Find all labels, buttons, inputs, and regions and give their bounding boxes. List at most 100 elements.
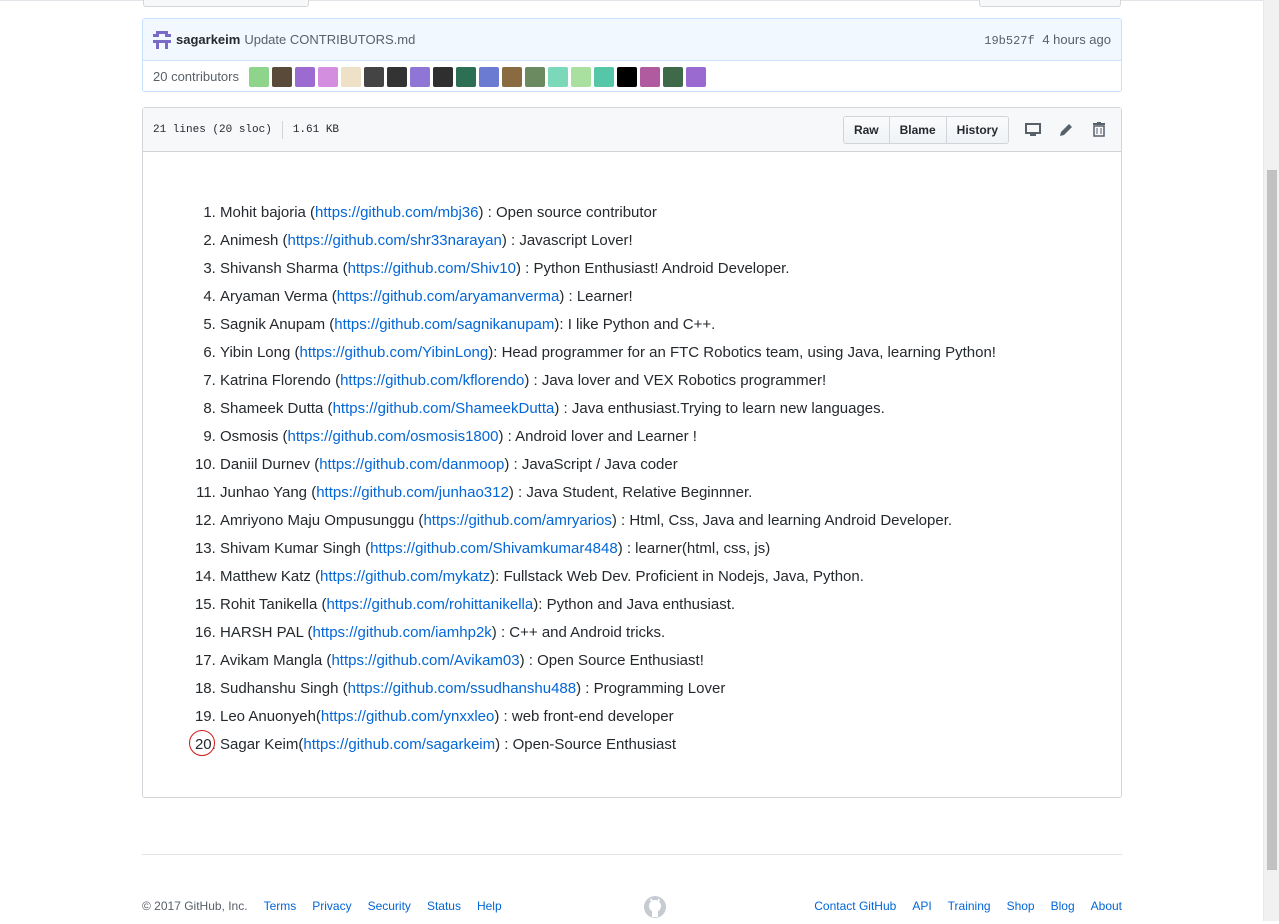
contributor-description: ) : Java Student, Relative Beginnner. bbox=[508, 484, 753, 501]
contributor-item: Avikam Mangla (https://github.com/Avikam… bbox=[220, 647, 1121, 675]
blame-button[interactable]: Blame bbox=[889, 116, 947, 143]
footer-link[interactable]: Status bbox=[427, 899, 461, 913]
contributor-item: Mohit bajoria (https://github.com/mbj36)… bbox=[220, 199, 1121, 227]
contributor-profile-link[interactable]: https://github.com/danmoop bbox=[319, 456, 504, 473]
footer-link[interactable]: Blog bbox=[1051, 899, 1075, 913]
contributor-profile-link[interactable]: https://github.com/amryarios bbox=[423, 512, 611, 529]
contributor-item: Leo Anuonyeh(https://github.com/ynxxleo)… bbox=[220, 703, 1121, 731]
contributor-item: Junhao Yang (https://github.com/junhao31… bbox=[220, 479, 1121, 507]
footer-link[interactable]: Shop bbox=[1007, 899, 1035, 913]
contributor-item: Osmosis (https://github.com/osmosis1800)… bbox=[220, 423, 1121, 451]
contributor-profile-link[interactable]: https://github.com/rohittanikella bbox=[326, 596, 533, 613]
contributor-profile-link[interactable]: https://github.com/osmosis1800 bbox=[288, 428, 499, 445]
contributor-profile-link[interactable]: https://github.com/kflorendo bbox=[340, 372, 524, 389]
contributor-profile-link[interactable]: https://github.com/sagnikanupam bbox=[334, 316, 554, 333]
author-avatar[interactable] bbox=[153, 30, 171, 49]
contributors-row: 20 contributors bbox=[143, 61, 1121, 91]
contributor-avatar[interactable] bbox=[364, 66, 384, 87]
contributor-item: Sudhanshu Singh (https://github.com/ssud… bbox=[220, 675, 1121, 703]
find-file-button-group[interactable] bbox=[979, 0, 1121, 7]
contributor-name: Animesh ( bbox=[220, 232, 288, 249]
contributor-profile-link[interactable]: https://github.com/ssudhanshu488 bbox=[348, 680, 577, 697]
desktop-icon[interactable] bbox=[1023, 120, 1043, 140]
contributor-description: ) : Learner! bbox=[559, 288, 633, 305]
contributor-avatar[interactable] bbox=[410, 66, 430, 87]
contributor-item: Aryaman Verma (https://github.com/aryama… bbox=[220, 283, 1121, 311]
contributor-description: ) : web front-end developer bbox=[494, 708, 674, 725]
contributor-item: Sagar Keim(https://github.com/sagarkeim)… bbox=[220, 731, 1121, 759]
contributor-name: Sudhanshu Singh ( bbox=[220, 680, 348, 697]
trash-icon[interactable] bbox=[1089, 120, 1109, 140]
contributor-name: Shivansh Sharma ( bbox=[220, 260, 348, 277]
contributor-avatar[interactable] bbox=[686, 66, 706, 87]
contributor-profile-link[interactable]: https://github.com/aryamanverma bbox=[337, 288, 560, 305]
footer-link[interactable]: Terms bbox=[264, 899, 297, 913]
footer-link[interactable]: Contact GitHub bbox=[814, 899, 896, 913]
contributor-name: Daniil Durnev ( bbox=[220, 456, 320, 473]
contributor-avatar[interactable] bbox=[571, 66, 591, 87]
contributor-avatar[interactable] bbox=[502, 66, 522, 87]
vertical-scrollbar[interactable] bbox=[1263, 0, 1279, 921]
contributor-avatar[interactable] bbox=[318, 66, 338, 87]
raw-button[interactable]: Raw bbox=[843, 116, 890, 143]
contributor-item: Amriyono Maju Ompusunggu (https://github… bbox=[220, 507, 1121, 535]
contributor-profile-link[interactable]: https://github.com/mykatz bbox=[320, 568, 490, 585]
commit-author-link[interactable]: sagarkeim bbox=[176, 32, 240, 47]
contributor-item: Sagnik Anupam (https://github.com/sagnik… bbox=[220, 311, 1121, 339]
contributor-avatar[interactable] bbox=[249, 66, 269, 87]
contributor-description: ) : Android lover and Learner ! bbox=[498, 428, 697, 445]
contributor-avatar[interactable] bbox=[341, 66, 361, 87]
contributor-name: Leo Anuonyeh( bbox=[220, 708, 321, 725]
footer-link[interactable]: Help bbox=[477, 899, 502, 913]
contributor-profile-link[interactable]: https://github.com/YibinLong bbox=[300, 344, 489, 361]
footer-link[interactable]: About bbox=[1091, 899, 1122, 913]
commit-message-link[interactable]: Update CONTRIBUTORS.md bbox=[244, 32, 415, 47]
contributors-count-link[interactable]: 20 contributors bbox=[153, 69, 239, 84]
file-info: 21 lines (20 sloc) 1.61 KB bbox=[153, 120, 339, 139]
file-container: 21 lines (20 sloc) 1.61 KB Raw Blame His… bbox=[142, 107, 1122, 798]
contributor-avatar[interactable] bbox=[525, 66, 545, 87]
contributor-avatar[interactable] bbox=[387, 66, 407, 87]
footer-link[interactable]: Security bbox=[368, 899, 411, 913]
contributor-item: Shivansh Sharma (https://github.com/Shiv… bbox=[220, 255, 1121, 283]
contributor-avatar[interactable] bbox=[295, 66, 315, 87]
contributors-list: Mohit bajoria (https://github.com/mbj36)… bbox=[143, 199, 1121, 759]
history-button[interactable]: History bbox=[946, 116, 1008, 143]
footer-link[interactable]: Training bbox=[948, 899, 991, 913]
contributor-avatar[interactable] bbox=[433, 66, 453, 87]
contributor-profile-link[interactable]: https://github.com/junhao312 bbox=[316, 484, 509, 501]
branch-select-button[interactable] bbox=[143, 0, 309, 7]
contributor-profile-link[interactable]: https://github.com/mbj36 bbox=[315, 204, 478, 221]
contributor-name: Sagnik Anupam ( bbox=[220, 316, 335, 333]
footer-right-links: Contact GitHub API Training Shop Blog About bbox=[798, 899, 1122, 913]
contributor-profile-link[interactable]: https://github.com/sagarkeim bbox=[303, 736, 495, 753]
contributor-description: ) : Open-Source Enthusiast bbox=[495, 736, 677, 753]
contributor-description: ) : Python Enthusiast! Android Developer… bbox=[516, 260, 790, 277]
contributor-avatar[interactable] bbox=[479, 66, 499, 87]
contributor-profile-link[interactable]: https://github.com/ynxxleo bbox=[321, 708, 494, 725]
contributor-avatar[interactable] bbox=[617, 66, 637, 87]
scrollbar-thumb[interactable] bbox=[1267, 170, 1277, 870]
pencil-icon[interactable] bbox=[1056, 120, 1076, 140]
contributor-profile-link[interactable]: https://github.com/Avikam03 bbox=[331, 652, 519, 669]
contributor-profile-link[interactable]: https://github.com/Shivamkumar4848 bbox=[370, 540, 618, 557]
footer-link[interactable]: Privacy bbox=[312, 899, 351, 913]
contributor-avatar[interactable] bbox=[456, 66, 476, 87]
contributor-avatar[interactable] bbox=[548, 66, 568, 87]
contributor-avatar[interactable] bbox=[663, 66, 683, 87]
github-mark-icon[interactable] bbox=[643, 895, 667, 919]
contributor-item: Matthew Katz (https://github.com/mykatz)… bbox=[220, 563, 1121, 591]
commit-sha-link[interactable]: 19b527f bbox=[984, 34, 1034, 48]
contributor-avatar[interactable] bbox=[640, 66, 660, 87]
contributor-item: Katrina Florendo (https://github.com/kfl… bbox=[220, 367, 1121, 395]
footer-link[interactable]: API bbox=[912, 899, 931, 913]
contributor-item: Rohit Tanikella (https://github.com/rohi… bbox=[220, 591, 1121, 619]
contributor-description: ) : learner(html, css, js) bbox=[617, 540, 771, 557]
contributor-description: ) : Javascript Lover! bbox=[501, 232, 633, 249]
contributor-profile-link[interactable]: https://github.com/shr33narayan bbox=[288, 232, 502, 249]
contributor-avatar[interactable] bbox=[272, 66, 292, 87]
contributor-profile-link[interactable]: https://github.com/Shiv10 bbox=[348, 260, 516, 277]
contributor-profile-link[interactable]: https://github.com/iamhp2k bbox=[313, 624, 492, 641]
contributor-profile-link[interactable]: https://github.com/ShameekDutta bbox=[333, 400, 555, 417]
contributor-avatar[interactable] bbox=[594, 66, 614, 87]
